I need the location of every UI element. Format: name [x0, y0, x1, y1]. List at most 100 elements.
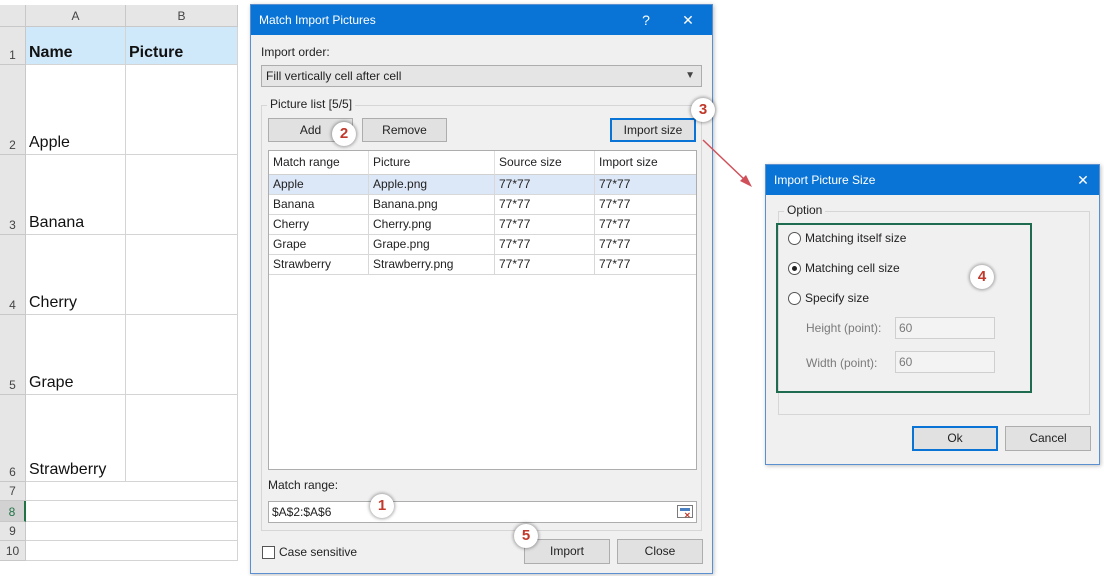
arrow-connector [702, 139, 752, 187]
matching-itself-size-label: Matching itself size [805, 231, 907, 245]
row-header-8[interactable]: 8 [0, 501, 26, 522]
size-dialog-title: Import Picture Size [774, 173, 876, 187]
match-range-value: $A$2:$A$6 [272, 505, 332, 519]
cell-b1[interactable]: Picture [126, 27, 238, 65]
cell-b3[interactable] [126, 155, 238, 235]
dialog-title: Match Import Pictures [259, 13, 376, 27]
height-input[interactable]: 60 [895, 317, 995, 339]
matching-cell-size-label: Matching cell size [805, 261, 900, 275]
grid-cell: Cherry [269, 215, 369, 235]
close-button[interactable]: Close [617, 539, 703, 564]
empty-row-10[interactable] [26, 541, 238, 561]
step-marker-1: 1 [370, 494, 394, 518]
matching-itself-size-radio[interactable] [788, 232, 801, 245]
import-order-label: Import order: [261, 45, 330, 59]
grid-header-match-range[interactable]: Match range [269, 151, 369, 175]
import-size-button[interactable]: Import size [610, 118, 696, 142]
table-row[interactable]: Strawberry Strawberry.png 77*77 77*77 [269, 255, 696, 275]
picture-grid[interactable]: Match range Picture Source size Import s… [268, 150, 697, 470]
specify-size-radio[interactable] [788, 292, 801, 305]
grid-cell: Apple.png [369, 175, 495, 195]
option-group-title: Option [784, 203, 826, 217]
import-picture-size-dialog: Import Picture Size ✕ Option Matching it… [765, 164, 1100, 465]
import-order-select[interactable]: Fill vertically cell after cell ▼ [261, 65, 702, 87]
grid-cell: Grape.png [369, 235, 495, 255]
picture-list-title: Picture list [5/5] [267, 97, 356, 111]
size-dialog-close-x-button[interactable]: ✕ [1068, 165, 1098, 195]
table-row[interactable]: Cherry Cherry.png 77*77 77*77 [269, 215, 696, 235]
matching-cell-size-radio[interactable] [788, 262, 801, 275]
grid-header-picture[interactable]: Picture [369, 151, 495, 175]
grid-header-import-size[interactable]: Import size [595, 151, 696, 175]
row-header-9[interactable]: 9 [0, 522, 26, 541]
case-sensitive-label: Case sensitive [279, 545, 358, 559]
grid-cell: 77*77 [495, 215, 595, 235]
range-picker-icon[interactable]: ✕ [677, 505, 693, 520]
specify-size-label: Specify size [805, 291, 870, 305]
select-all-corner[interactable] [0, 5, 26, 27]
grid-cell: 77*77 [495, 195, 595, 215]
grid-cell: 77*77 [595, 235, 696, 255]
step-marker-4: 4 [970, 265, 994, 289]
cell-b5[interactable] [126, 315, 238, 395]
remove-button[interactable]: Remove [362, 118, 447, 142]
case-sensitive-checkbox[interactable] [262, 546, 275, 559]
size-dialog-title-bar: Import Picture Size [766, 165, 1099, 195]
empty-row-9[interactable] [26, 522, 238, 541]
height-label: Height (point): [806, 321, 882, 335]
import-button[interactable]: Import [524, 539, 610, 564]
table-row[interactable]: Apple Apple.png 77*77 77*77 [269, 175, 696, 195]
step-marker-5: 5 [514, 524, 538, 548]
grid-cell: 77*77 [595, 175, 696, 195]
row-header-2[interactable]: 2 [0, 65, 26, 155]
grid-cell: Grape [269, 235, 369, 255]
cell-a3[interactable]: Banana [26, 155, 126, 235]
grid-cell: Strawberry.png [369, 255, 495, 275]
empty-row-8[interactable] [26, 501, 238, 522]
cell-a6[interactable]: Strawberry [26, 395, 126, 482]
ok-button[interactable]: Ok [912, 426, 998, 451]
grid-cell: 77*77 [595, 255, 696, 275]
cell-b4[interactable] [126, 235, 238, 315]
match-range-input[interactable]: $A$2:$A$6 ✕ [268, 501, 697, 523]
row-header-5[interactable]: 5 [0, 315, 26, 395]
import-order-value: Fill vertically cell after cell [266, 69, 402, 83]
row-header-3[interactable]: 3 [0, 155, 26, 235]
chevron-down-icon: ▼ [685, 70, 695, 81]
grid-cell: Apple [269, 175, 369, 195]
cell-b2[interactable] [126, 65, 238, 155]
row-header-6[interactable]: 6 [0, 395, 26, 482]
table-row[interactable]: Banana Banana.png 77*77 77*77 [269, 195, 696, 215]
spreadsheet: A B 1 Name Picture 2 Apple 3 Banana 4 Ch… [0, 0, 250, 576]
table-row[interactable]: Grape Grape.png 77*77 77*77 [269, 235, 696, 255]
grid-cell: 77*77 [595, 195, 696, 215]
help-button[interactable]: ? [631, 5, 661, 35]
match-range-label: Match range: [268, 478, 339, 492]
grid-cell: Strawberry [269, 255, 369, 275]
cell-a1[interactable]: Name [26, 27, 126, 65]
column-header-b[interactable]: B [126, 5, 238, 27]
width-label: Width (point): [806, 356, 878, 370]
cell-a4[interactable]: Cherry [26, 235, 126, 315]
step-marker-2: 2 [332, 122, 356, 146]
row-header-7[interactable]: 7 [0, 482, 26, 501]
grid-cell: Banana.png [369, 195, 495, 215]
grid-cell: 77*77 [595, 215, 696, 235]
step-marker-3: 3 [691, 98, 715, 122]
close-x-button[interactable]: ✕ [673, 5, 703, 35]
grid-cell: 77*77 [495, 255, 595, 275]
cell-b6[interactable] [126, 395, 238, 482]
match-import-pictures-dialog: Match Import Pictures ? ✕ Import order: … [250, 4, 713, 574]
column-header-a[interactable]: A [26, 5, 126, 27]
grid-cell: Banana [269, 195, 369, 215]
grid-header-source-size[interactable]: Source size [495, 151, 595, 175]
cell-a5[interactable]: Grape [26, 315, 126, 395]
cancel-button[interactable]: Cancel [1005, 426, 1091, 451]
width-input[interactable]: 60 [895, 351, 995, 373]
row-header-4[interactable]: 4 [0, 235, 26, 315]
row-header-10[interactable]: 10 [0, 541, 26, 561]
grid-cell: 77*77 [495, 235, 595, 255]
row-header-1[interactable]: 1 [0, 27, 26, 65]
empty-row-7[interactable] [26, 482, 238, 501]
cell-a2[interactable]: Apple [26, 65, 126, 155]
